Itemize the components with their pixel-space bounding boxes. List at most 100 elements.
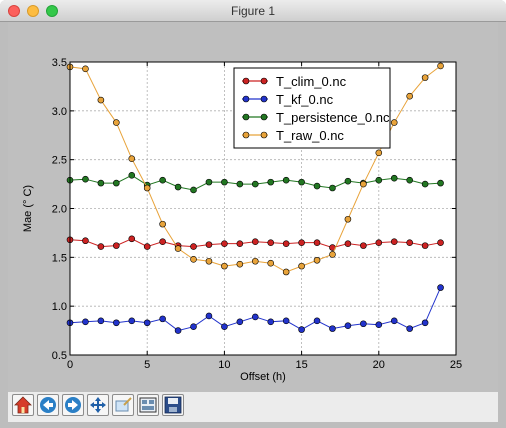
data-point <box>174 327 182 334</box>
data-point <box>82 237 89 245</box>
home-icon <box>14 396 32 414</box>
zoom-button[interactable] <box>112 394 134 416</box>
data-point <box>390 317 398 325</box>
data-point <box>421 180 429 188</box>
data-point <box>421 74 429 81</box>
data-point <box>82 65 89 73</box>
data-point <box>97 317 105 325</box>
legend-marker <box>242 113 250 121</box>
data-point <box>113 119 120 126</box>
data-point <box>344 215 352 223</box>
title-bar: Figure 1 <box>0 0 506 22</box>
data-point <box>406 176 413 184</box>
home-button[interactable] <box>12 394 34 416</box>
move-icon <box>90 397 106 413</box>
data-point <box>344 240 352 247</box>
data-point <box>143 319 151 327</box>
data-point <box>205 257 213 265</box>
x-tick-label: 15 <box>295 359 307 371</box>
save-button[interactable] <box>162 394 184 416</box>
data-point <box>128 235 136 243</box>
data-point <box>313 239 321 246</box>
pan-button[interactable] <box>87 394 109 416</box>
y-tick-label: 1.5 <box>52 252 67 264</box>
data-point <box>298 262 305 270</box>
subplots-button[interactable] <box>137 394 159 416</box>
figure-window: Figure 1 0 5 10 15 20 25 0.5 1.0 1.5 2.0 2.5 3.0 3.5… <box>0 0 506 428</box>
data-point <box>97 179 105 187</box>
data-point <box>113 242 120 249</box>
data-point <box>251 313 259 321</box>
data-point <box>143 243 151 250</box>
data-point <box>97 96 105 104</box>
data-point <box>251 180 259 188</box>
legend-marker <box>242 131 250 139</box>
data-point <box>221 323 228 330</box>
x-tick-label: 10 <box>218 359 230 371</box>
data-point <box>143 184 151 192</box>
data-point <box>205 241 213 248</box>
data-point <box>313 182 321 190</box>
data-point <box>421 319 429 327</box>
legend-label: T_clim_0.nc <box>276 74 347 89</box>
data-point <box>282 268 290 276</box>
data-point <box>236 180 244 188</box>
data-point <box>375 176 383 184</box>
data-point <box>437 179 444 187</box>
data-point <box>360 180 367 188</box>
data-point <box>298 326 305 333</box>
y-tick-label: 2.5 <box>52 155 67 167</box>
data-point <box>390 119 398 126</box>
arrow-right-icon <box>65 397 81 413</box>
x-axis-label: Offset (h) <box>240 371 286 383</box>
data-point <box>174 245 182 252</box>
y-tick-label: 3.0 <box>52 106 67 118</box>
data-point <box>205 178 213 186</box>
y-tick-label: 3.5 <box>52 57 67 69</box>
zoom-rect-icon <box>115 397 132 412</box>
data-point <box>313 256 321 264</box>
x-tick-label: 25 <box>450 359 462 371</box>
data-point <box>221 240 228 247</box>
data-point <box>267 318 275 326</box>
data-point <box>236 260 244 268</box>
y-tick-label: 1.0 <box>52 301 67 313</box>
legend-label: T_kf_0.nc <box>276 92 334 107</box>
data-point <box>97 243 105 250</box>
data-point <box>375 149 383 157</box>
data-point <box>344 177 352 185</box>
data-point <box>159 238 166 246</box>
data-point <box>267 259 275 267</box>
subplots-icon <box>139 397 157 413</box>
data-point <box>221 262 228 270</box>
data-point <box>406 239 413 246</box>
toolbar <box>8 392 498 422</box>
window-title: Figure 1 <box>230 4 276 18</box>
data-point <box>267 239 275 246</box>
data-point <box>128 171 136 179</box>
data-point <box>329 184 336 192</box>
data-point <box>437 284 444 291</box>
data-point <box>282 176 290 184</box>
x-tick-label: 5 <box>144 359 150 371</box>
figure-canvas: 0 5 10 15 20 25 0.5 1.0 1.5 2.0 2.5 3.0 3.5 Offset (… <box>8 22 498 392</box>
data-point <box>421 242 429 249</box>
data-point <box>406 325 413 332</box>
data-point <box>205 312 213 320</box>
data-point <box>375 321 383 329</box>
legend-label: T_persistence_0.nc <box>276 110 390 125</box>
legend-marker <box>260 95 268 103</box>
data-point <box>282 240 290 247</box>
data-point <box>190 255 197 263</box>
data-point <box>236 240 244 247</box>
y-tick-label: 2.0 <box>52 204 67 216</box>
data-point <box>190 186 197 194</box>
data-point <box>329 325 336 332</box>
back-button[interactable] <box>37 394 59 416</box>
data-point <box>267 178 275 186</box>
data-point <box>282 317 290 325</box>
x-tick-label: 20 <box>373 359 385 371</box>
data-point <box>298 178 305 186</box>
y-axis-label: Mae (° C) <box>22 185 34 232</box>
forward-button[interactable] <box>62 394 84 416</box>
